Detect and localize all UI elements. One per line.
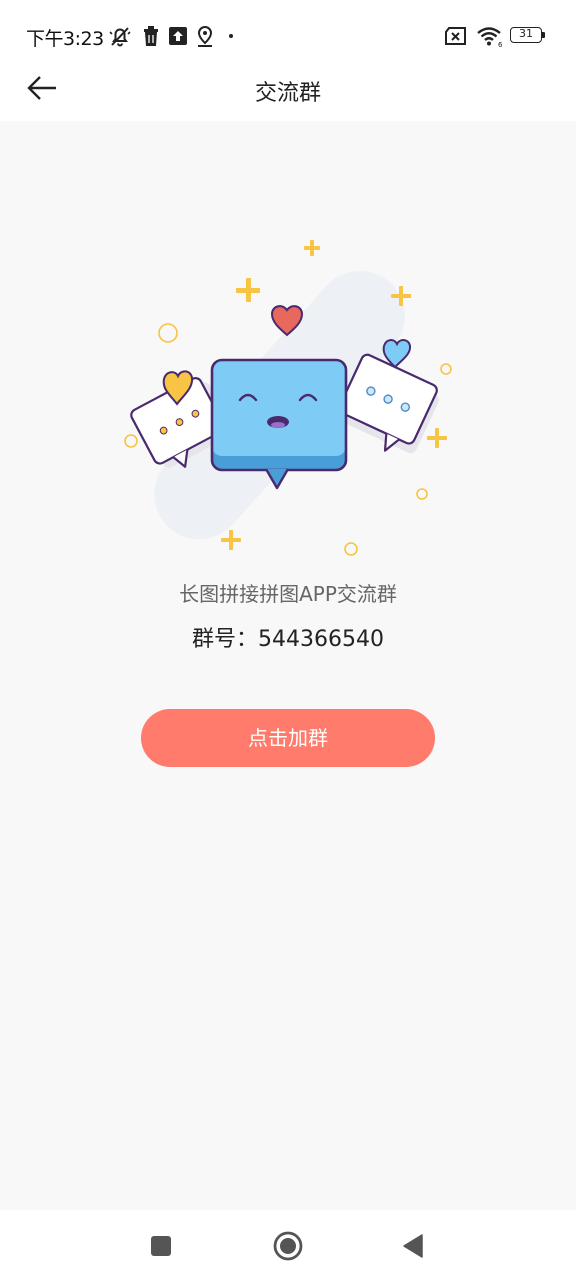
svg-text:6: 6: [498, 41, 503, 48]
back-nav-button[interactable]: [396, 1228, 432, 1264]
triangle-back-icon: [403, 1234, 423, 1258]
wifi-icon: 6: [477, 27, 503, 48]
header-bar: 交流群: [0, 55, 576, 121]
trash-icon: [144, 26, 158, 46]
location-icon: [197, 25, 213, 47]
circle-home-icon: [273, 1231, 303, 1261]
page-title: 交流群: [254, 81, 321, 106]
dot-icon: [229, 34, 233, 38]
battery-icon: 31: [510, 27, 542, 43]
upload-icon: [169, 27, 187, 45]
battery-level: 31: [519, 27, 533, 40]
join-group-button[interactable]: 点击加群: [141, 709, 435, 767]
recent-apps-button[interactable]: [143, 1228, 179, 1264]
group-description: 长图拼接拼图APP交流群: [179, 582, 397, 606]
home-button[interactable]: [270, 1228, 306, 1264]
battery-tip: [542, 32, 545, 38]
status-time: 下午3:23: [26, 28, 104, 50]
main-content: 长图拼接拼图APP交流群 群号：544366540 点击加群: [0, 121, 576, 1210]
system-navigation-bar: [0, 1210, 576, 1280]
chat-bubbles-illustration: [124, 240, 452, 556]
no-sim-icon: [445, 27, 466, 45]
mute-bell-icon: [109, 27, 131, 47]
group-number: 群号：544366540: [192, 627, 384, 652]
square-recent-icon: [151, 1236, 171, 1256]
